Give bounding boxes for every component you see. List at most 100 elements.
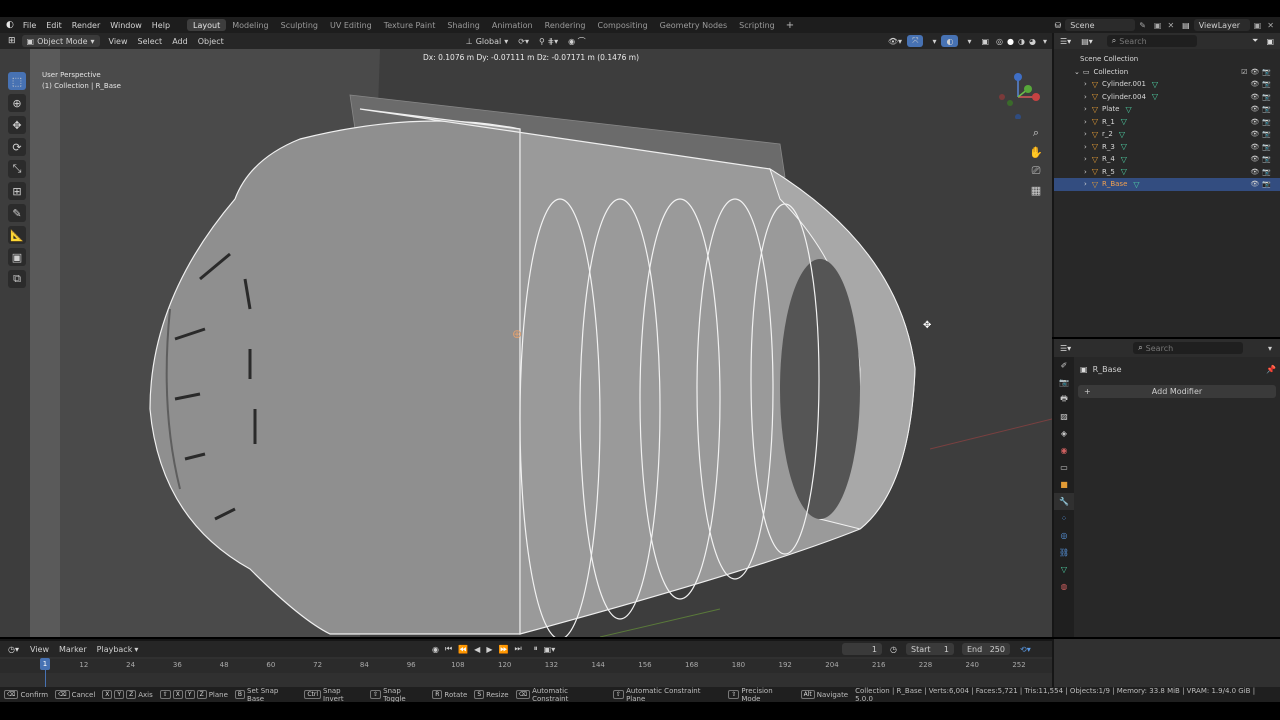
outliner-item[interactable]: › ▽ R_4 ▽ 👁📷 xyxy=(1054,153,1280,166)
add-workspace-icon[interactable]: + xyxy=(781,20,799,31)
start-frame-field[interactable]: Start 1 xyxy=(906,643,954,655)
shading-material-icon[interactable]: ◑ xyxy=(1016,35,1027,47)
timeline-editor-icon[interactable]: ◷▾ xyxy=(8,645,19,654)
move-tool-icon[interactable]: ✥ xyxy=(8,116,26,134)
timeline-menu-playback[interactable]: Playback xyxy=(92,643,138,655)
viewport-menu-object[interactable]: Object xyxy=(193,35,229,47)
tab-texture-paint[interactable]: Texture Paint xyxy=(378,19,442,31)
delete-scene-icon[interactable]: ✕ xyxy=(1167,21,1174,30)
navigation-gizmo[interactable] xyxy=(996,71,1044,120)
frame-ruler[interactable]: 12 24 36 48 60 72 84 96 108 120 132 144 156 168 180 192… xyxy=(0,659,1052,673)
proportional-editing-icon[interactable]: ◉ ⌒ xyxy=(563,35,591,47)
annotate-tool-icon[interactable]: ✎ xyxy=(8,204,26,222)
add-cube-tool-icon[interactable]: ▣ xyxy=(8,248,26,266)
end-frame-field[interactable]: End 250 xyxy=(962,643,1010,655)
mode-selector[interactable]: ▣ Object Mode ▾ xyxy=(21,35,100,47)
zoom-icon[interactable]: ⌕ xyxy=(1028,125,1044,141)
outliner-root[interactable]: Scene Collection xyxy=(1054,53,1280,66)
pin-icon[interactable]: ✎ xyxy=(1139,21,1146,30)
visibility-icons[interactable]: 👁📷 xyxy=(1250,143,1274,151)
gizmo-dropdown-icon[interactable]: ▾ xyxy=(927,35,941,47)
overlays-dropdown-icon[interactable]: ▾ xyxy=(962,35,976,47)
shading-rendered-icon[interactable]: ◕ xyxy=(1027,35,1038,47)
tab-uv-editing[interactable]: UV Editing xyxy=(324,19,378,31)
outliner-editor-icon[interactable]: ☰▾ xyxy=(1060,37,1071,46)
material-tab-icon[interactable]: ◍ xyxy=(1054,578,1074,595)
visibility-icons[interactable]: 👁📷 xyxy=(1250,93,1274,101)
camera-view-icon[interactable]: ⎚ xyxy=(1028,163,1044,179)
record-icon[interactable]: ◉ xyxy=(432,645,439,654)
properties-search-input[interactable]: ⌕ Search xyxy=(1133,342,1244,354)
particles-tab-icon[interactable]: ⁘ xyxy=(1054,510,1074,527)
overlays-toggle-icon[interactable]: ◐ xyxy=(941,35,959,47)
modifier-tab-icon[interactable]: 🔧 xyxy=(1054,493,1074,510)
scene-tab-icon[interactable]: ◈ xyxy=(1054,425,1074,442)
menu-file[interactable]: File xyxy=(18,21,41,30)
constraints-tab-icon[interactable]: ⛓ xyxy=(1054,544,1074,561)
cursor-tool-icon[interactable]: ⊕ xyxy=(8,94,26,112)
shading-solid-icon[interactable]: ● xyxy=(1005,35,1016,47)
viewport-menu-view[interactable]: View xyxy=(104,35,133,47)
outliner-item[interactable]: › ▽ Cylinder.001 ▽ 👁📷 xyxy=(1054,78,1280,91)
visibility-icons[interactable]: 👁📷 xyxy=(1250,118,1274,126)
ortho-grid-icon[interactable]: ▦ xyxy=(1028,182,1044,198)
play-reverse-icon[interactable]: ◀ xyxy=(474,645,480,654)
prev-keyframe-icon[interactable]: ⏪ xyxy=(458,645,468,654)
outliner-item[interactable]: › ▽ Cylinder.004 ▽ 👁📷 xyxy=(1054,91,1280,104)
select-box-tool-icon[interactable]: ⬚ xyxy=(8,72,26,90)
pin-icon[interactable]: 📌 xyxy=(1266,365,1276,374)
visibility-icons[interactable]: 👁📷 xyxy=(1250,80,1274,88)
world-tab-icon[interactable]: ◉ xyxy=(1054,442,1074,459)
tab-shading[interactable]: Shading xyxy=(441,19,486,31)
current-frame-field[interactable]: 1 xyxy=(842,643,882,655)
add-modifier-button[interactable]: + Add Modifier xyxy=(1078,385,1276,398)
output-tab-icon[interactable]: 🖶 xyxy=(1054,391,1074,408)
sync-icon[interactable]: ⟲▾ xyxy=(1020,645,1031,654)
transform-orientation-selector[interactable]: ⊥ Global ▾ xyxy=(461,35,514,47)
jump-end-icon[interactable]: ⏭ xyxy=(514,644,521,654)
scale-tool-icon[interactable]: ⤡ xyxy=(8,160,26,178)
snap-icon[interactable]: ⚲ ⋕▾ xyxy=(534,35,563,47)
outliner-item[interactable]: › ▽ r_2 ▽ 👁📷 xyxy=(1054,128,1280,141)
visibility-icons[interactable]: 👁📷 xyxy=(1250,180,1274,188)
render-tab-icon[interactable]: 📷 xyxy=(1054,374,1074,391)
new-scene-icon[interactable]: ▣ xyxy=(1154,21,1162,30)
object-tab-icon[interactable]: ■ xyxy=(1054,476,1074,493)
tab-modeling[interactable]: Modeling xyxy=(226,19,274,31)
outliner-search-input[interactable]: ⌕ Search xyxy=(1106,35,1197,47)
keying-icon[interactable]: ⏸ xyxy=(534,644,538,654)
menu-window[interactable]: Window xyxy=(105,21,147,30)
shading-wireframe-icon[interactable]: ◎ xyxy=(994,35,1005,47)
editor-type-icon[interactable]: ⊞ xyxy=(0,36,22,46)
outliner-collection[interactable]: ⌄ ▭ Collection ☑👁📷 xyxy=(1054,66,1280,79)
gizmo-toggle-icon[interactable]: ⤧ xyxy=(907,35,924,47)
new-view-layer-icon[interactable]: ▣ xyxy=(1254,21,1262,30)
tab-sculpting[interactable]: Sculpting xyxy=(275,19,324,31)
pan-hand-icon[interactable]: ✋ xyxy=(1028,144,1044,160)
measure-tool-icon[interactable]: 📐 xyxy=(8,226,26,244)
clock-icon[interactable]: ◷ xyxy=(890,645,897,654)
tab-layout[interactable]: Layout xyxy=(187,19,227,31)
view-layer-tab-icon[interactable]: ▨ xyxy=(1054,408,1074,425)
playhead[interactable]: 1 xyxy=(40,658,50,670)
xray-toggle-icon[interactable]: ▣ xyxy=(976,35,994,47)
display-mode-icon[interactable]: ▤▾ xyxy=(1081,37,1093,46)
visibility-icons[interactable]: 👁📷 xyxy=(1250,155,1274,163)
delete-view-layer-icon[interactable]: ✕ xyxy=(1267,21,1274,30)
viewport-menu-add[interactable]: Add xyxy=(167,35,193,47)
transform-tool-icon[interactable]: ⊞ xyxy=(8,182,26,200)
3d-viewport[interactable]: User Perspective (1) Collection | R_Base… xyxy=(0,49,1052,637)
tab-scripting[interactable]: Scripting xyxy=(733,19,781,31)
play-icon[interactable]: ▶ xyxy=(486,645,492,654)
timeline-menu-marker[interactable]: Marker xyxy=(54,643,92,655)
view-layer-selector[interactable]: ViewLayer xyxy=(1193,19,1250,31)
collection-visibility-icons[interactable]: ☑👁📷 xyxy=(1241,68,1274,76)
visibility-icons[interactable]: 👁📷 xyxy=(1250,168,1274,176)
outliner-item-selected[interactable]: › ▽ R_Base ▽ 👁📷 xyxy=(1054,178,1280,191)
shading-dropdown-icon[interactable]: ▾ xyxy=(1038,35,1052,47)
blender-logo-icon[interactable]: ◐ xyxy=(0,20,18,30)
outliner-item[interactable]: › ▽ R_3 ▽ 👁📷 xyxy=(1054,141,1280,154)
keying-set-icon[interactable]: ▣▾ xyxy=(544,645,556,654)
menu-render[interactable]: Render xyxy=(67,21,105,30)
visibility-icons[interactable]: 👁📷 xyxy=(1250,130,1274,138)
